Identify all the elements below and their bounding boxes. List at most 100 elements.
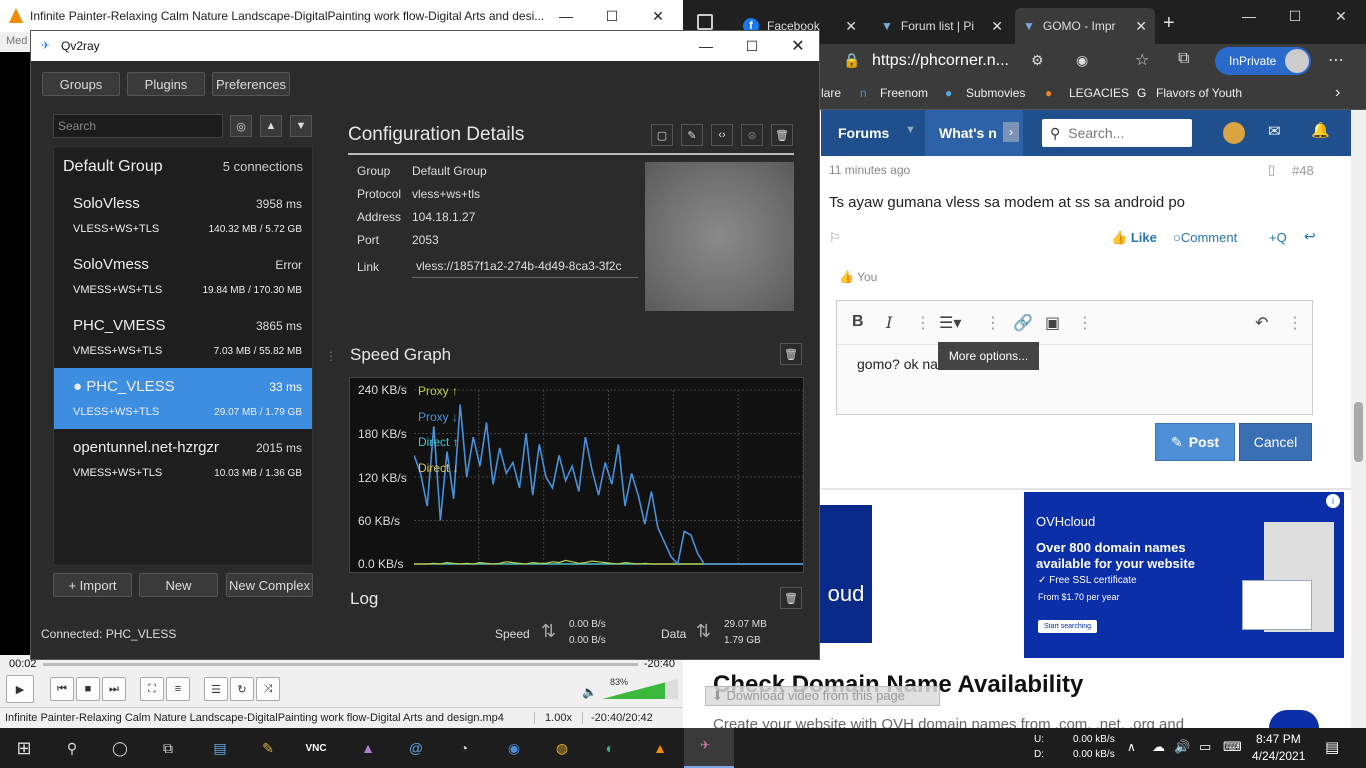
code-icon[interactable]: ‹›: [711, 124, 733, 146]
vlc-icon[interactable]: ▲: [646, 734, 674, 762]
tab-close-icon[interactable]: ✕: [845, 18, 857, 35]
network-icon[interactable]: ▭: [1199, 739, 1211, 755]
language-icon[interactable]: ⌨: [1223, 739, 1242, 755]
speaker-icon[interactable]: 🔊: [1174, 739, 1190, 755]
quote-button[interactable]: +Q: [1269, 230, 1287, 245]
vlc-prev-icon[interactable]: ⏮: [50, 677, 74, 701]
link-icon[interactable]: 🔗: [1013, 313, 1033, 333]
ad-cta-button[interactable]: Start searching: [1038, 620, 1098, 633]
edit-icon[interactable]: ✎: [681, 124, 703, 146]
ovh-ad[interactable]: OVHcloud Over 800 domain names available…: [1024, 492, 1344, 658]
ad-info-icon[interactable]: i: [1326, 494, 1340, 508]
qv2ray-minimize-button[interactable]: —: [683, 31, 729, 61]
edge-minimize-button[interactable]: —: [1226, 0, 1272, 32]
stop-icon[interactable]: ▢: [651, 124, 673, 146]
ad-left-banner[interactable]: oud: [820, 505, 872, 643]
envelope-icon[interactable]: ✉: [1268, 122, 1281, 140]
connection-item-selected[interactable]: ● PHC_VLESS 33 ms VLESS+WS+TLS 29.07 MB …: [54, 368, 312, 429]
more-icon[interactable]: ⋯: [1328, 50, 1344, 70]
connection-item[interactable]: SoloVless 3958 ms VLESS+WS+TLS 140.32 MB…: [54, 185, 312, 246]
chat-bubble-icon[interactable]: [1269, 710, 1319, 728]
vlc-play-icon[interactable]: ▶: [6, 675, 34, 703]
reaction-you[interactable]: 👍 You: [839, 270, 877, 284]
search-icon[interactable]: ⚲: [58, 734, 86, 762]
vlc-fullscreen-icon[interactable]: ⛶: [140, 677, 164, 701]
clear-log-icon[interactable]: 🗑: [780, 587, 802, 609]
fav-item[interactable]: LEGACIES: [1069, 86, 1129, 100]
splitter-handle[interactable]: ⋮: [325, 349, 337, 363]
more-options-icon[interactable]: ⋮: [985, 313, 1001, 333]
vlc-close-button[interactable]: ✕: [635, 0, 681, 32]
more-dots-icon[interactable]: ⋮: [915, 313, 931, 333]
notifications-icon[interactable]: ▤: [1325, 738, 1339, 756]
connection-item[interactable]: opentunnel.net-hzrgzr 2015 ms VMESS+WS+T…: [54, 429, 312, 490]
list-icon[interactable]: ☰▾: [939, 313, 961, 333]
tab-forum-list[interactable]: ▼ Forum list | Pi ✕: [873, 8, 1011, 44]
flag-icon[interactable]: ⚐: [829, 230, 841, 246]
favorites-icon[interactable]: ☆: [1135, 50, 1149, 70]
connection-item[interactable]: SoloVmess Error VMESS+WS+TLS 19.84 MB / …: [54, 246, 312, 307]
vlc-volume-slider[interactable]: 83%: [602, 677, 678, 699]
italic-icon[interactable]: I: [886, 313, 892, 332]
new-tab-icon[interactable]: +: [1163, 12, 1175, 35]
clock-date[interactable]: 4/24/2021: [1252, 749, 1305, 763]
speedometer-icon[interactable]: ◔: [450, 734, 478, 762]
edge-close-button[interactable]: ✕: [1318, 0, 1364, 32]
page-scrollbar[interactable]: [1351, 110, 1366, 728]
qv2ray-taskbar-button[interactable]: ✈: [684, 728, 734, 768]
download-video-overlay[interactable]: ⬇ Download video from this page: [705, 686, 940, 706]
edge-icon[interactable]: ◐: [596, 734, 624, 762]
app-icon[interactable]: ▤: [206, 734, 234, 762]
tab-gomo[interactable]: ▼ GOMO - Impr ✕: [1015, 8, 1155, 44]
locate-icon[interactable]: ◎: [230, 115, 252, 137]
vlc-equalizer-icon[interactable]: ≡: [166, 677, 190, 701]
post-number[interactable]: #48: [1292, 163, 1314, 178]
chevron-right-icon[interactable]: ›: [1335, 84, 1340, 102]
clock-time[interactable]: 8:47 PM: [1256, 732, 1301, 746]
comment-button[interactable]: ○Comment: [1173, 230, 1237, 245]
vlc-menu-media[interactable]: Med: [0, 32, 30, 52]
chevron-up-icon[interactable]: ▲: [260, 115, 282, 137]
vlc-stop-icon[interactable]: ■: [76, 677, 100, 701]
reply-icon[interactable]: ↩: [1304, 228, 1316, 245]
more-dots-icon[interactable]: ⋮: [1077, 313, 1093, 333]
more-dots-icon[interactable]: ⋮: [1287, 313, 1303, 333]
scroll-right-icon[interactable]: ›: [1003, 122, 1019, 142]
chevron-up-icon[interactable]: ∧: [1127, 740, 1136, 754]
undo-icon[interactable]: ↶: [1255, 313, 1268, 333]
cancel-button[interactable]: Cancel: [1239, 423, 1312, 461]
task-view-icon[interactable]: ⧉: [154, 734, 182, 762]
connection-search-input[interactable]: Search: [53, 114, 223, 138]
bell-icon[interactable]: 🔔: [1311, 121, 1330, 139]
vlc-seek-track[interactable]: [42, 662, 638, 666]
fav-item[interactable]: Freenom: [880, 86, 928, 100]
link-field[interactable]: vless://1857f1a2-274b-4d49-8ca3-3f2c: [412, 256, 638, 278]
chevron-down-icon[interactable]: ▼: [905, 124, 916, 136]
forum-search-input[interactable]: ⚲ Search...: [1042, 119, 1192, 147]
fav-item[interactable]: Submovies: [966, 86, 1025, 100]
vlc-playlist-icon[interactable]: ☰: [204, 677, 228, 701]
chrome-icon[interactable]: ◍: [548, 734, 576, 762]
tray-app-icon[interactable]: ☁: [1152, 739, 1165, 755]
app-icon[interactable]: ✎: [254, 734, 282, 762]
app-icon[interactable]: ◉: [500, 734, 528, 762]
new-button[interactable]: New: [139, 573, 218, 597]
tab-actions-icon[interactable]: [697, 14, 713, 30]
qv2ray-close-button[interactable]: ✕: [775, 31, 821, 61]
bookmark-icon[interactable]: ▯: [1268, 162, 1275, 178]
bold-icon[interactable]: B: [852, 313, 864, 331]
inprivate-badge[interactable]: InPrivate: [1215, 47, 1311, 75]
vlc-shuffle-icon[interactable]: ⤨: [256, 677, 280, 701]
trash-icon[interactable]: 🗑: [771, 124, 793, 146]
vlc-volume-icon[interactable]: 🔈: [582, 685, 597, 699]
user-avatar[interactable]: [1223, 122, 1245, 144]
extension-icon[interactable]: ◉: [1076, 52, 1088, 69]
windows-start-icon[interactable]: ⊞: [10, 734, 38, 762]
fav-item[interactable]: lare: [821, 86, 841, 100]
image-icon[interactable]: ▣: [1045, 313, 1060, 333]
plugins-button[interactable]: Plugins: [127, 72, 205, 96]
clear-graph-icon[interactable]: 🗑: [780, 343, 802, 365]
share-icon[interactable]: ⊛: [741, 124, 763, 146]
vlc-status-speed[interactable]: 1.00x: [535, 712, 583, 724]
vnc-icon[interactable]: VNC: [302, 734, 330, 762]
